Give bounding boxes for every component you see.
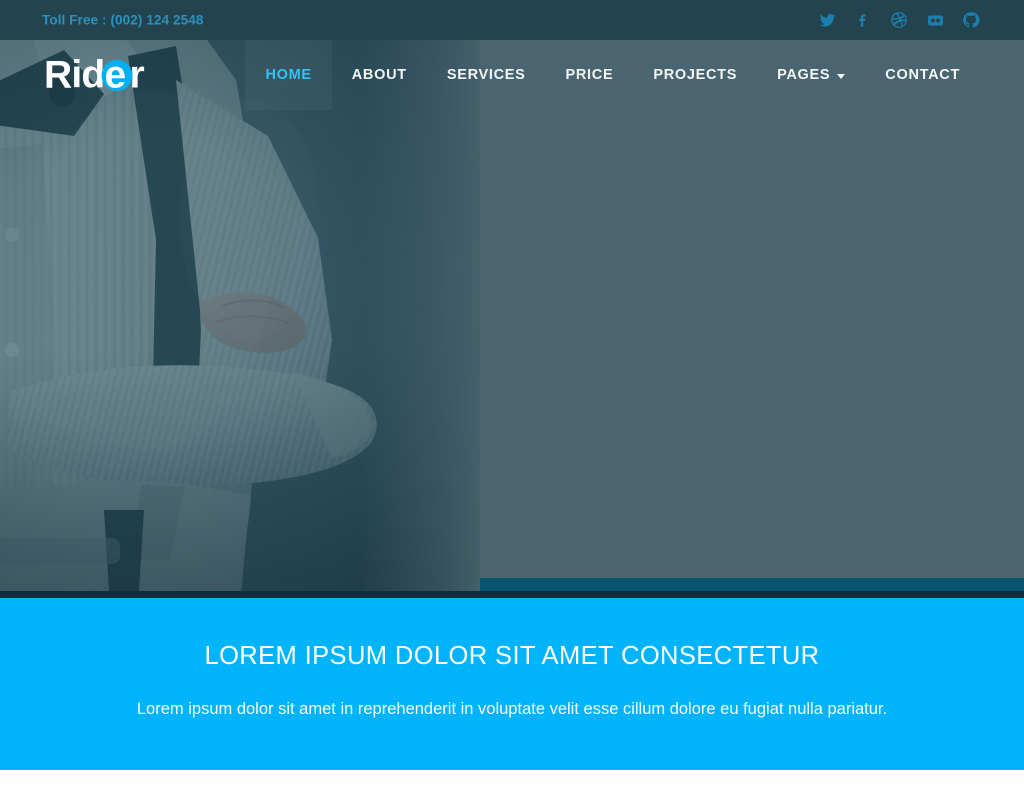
hero-photo: [0, 40, 480, 598]
brand-text-before: Rid: [44, 53, 105, 97]
toll-free-text: Toll Free : (002) 124 2548: [42, 12, 204, 28]
brand-accent-letter-wrap: e: [101, 53, 133, 97]
brand-logo[interactable]: Rid e r: [44, 53, 145, 97]
cta-title: LOREM IPSUM DOLOR SIT AMET CONSECTETUR: [204, 642, 820, 670]
chevron-down-icon: [837, 73, 846, 79]
page-root: Toll Free : (002) 124 2548 Rid e r HOME …: [0, 0, 1024, 800]
nav-item-services[interactable]: SERVICES: [427, 40, 546, 110]
nav-item-price[interactable]: PRICE: [546, 40, 634, 110]
nav-item-label: PROJECTS: [653, 67, 738, 83]
twitter-icon[interactable]: [818, 11, 836, 29]
hero-divider-strip: [0, 591, 1024, 598]
hero-accent-strip: [480, 578, 1024, 591]
brand-accent-letter: e: [104, 53, 126, 97]
social-links: [818, 11, 980, 29]
nav-item-label: HOME: [265, 67, 312, 83]
facebook-icon[interactable]: [854, 11, 872, 29]
top-bar: Toll Free : (002) 124 2548: [0, 0, 1024, 40]
nav-item-label: PAGES: [777, 67, 831, 83]
main-navbar: Rid e r HOME ABOUT SERVICES PRICE PROJECTS…: [0, 40, 1024, 110]
cta-subtitle: Lorem ipsum dolor sit amet in reprehende…: [136, 700, 888, 718]
dribbble-icon[interactable]: [890, 11, 908, 29]
nav-item-pages[interactable]: PAGES: [757, 40, 865, 110]
nav-item-about[interactable]: ABOUT: [332, 40, 427, 110]
nav-item-home[interactable]: HOME: [245, 40, 332, 110]
nav-item-contact[interactable]: CONTACT: [865, 40, 980, 110]
nav-item-label: ABOUT: [351, 67, 407, 83]
nav-item-label: CONTACT: [885, 67, 960, 83]
nav-item-label: PRICE: [565, 67, 614, 83]
hero-photo-edge-fade: [360, 40, 480, 598]
nav-menu: HOME ABOUT SERVICES PRICE PROJECTS PAGES…: [245, 40, 980, 110]
nav-item-label: SERVICES: [446, 67, 526, 83]
nav-item-projects[interactable]: PROJECTS: [633, 40, 757, 110]
flickr-icon[interactable]: [926, 11, 944, 29]
page-bottom-spacer: [0, 770, 1024, 800]
cta-section: LOREM IPSUM DOLOR SIT AMET CONSECTETUR L…: [0, 598, 1024, 770]
hero-section: [0, 40, 1024, 598]
github-icon[interactable]: [962, 11, 980, 29]
